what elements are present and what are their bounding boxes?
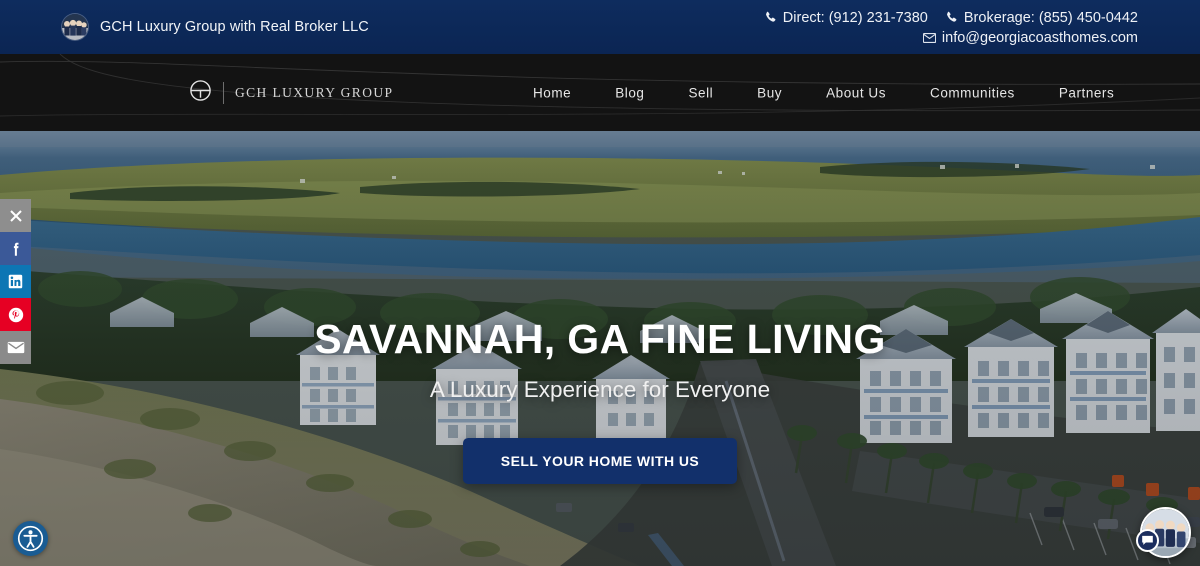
phone-icon (764, 11, 777, 24)
nav-menu: Home Blog Sell Buy About Us Communities … (533, 79, 1114, 106)
social-share-rail (0, 199, 31, 364)
site-logo[interactable]: GCH LUXURY GROUP (189, 79, 393, 107)
brand-group[interactable]: GCH Luxury Group with Real Broker LLC (62, 14, 369, 40)
main-navigation-bar: GCH LUXURY GROUP Home Blog Sell Buy Abou… (0, 54, 1200, 131)
hero-subtitle: A Luxury Experience for Everyone (429, 377, 771, 402)
gch-mark-icon (189, 79, 212, 107)
nav-item-partners[interactable]: Partners (1059, 79, 1114, 106)
nav-item-home[interactable]: Home (533, 79, 571, 106)
email-link[interactable]: info@georgiacoasthomes.com (922, 29, 1138, 46)
share-pinterest-button[interactable] (0, 298, 31, 331)
sell-your-home-button[interactable]: SELL YOUR HOME WITH US (462, 438, 738, 484)
share-facebook-button[interactable] (0, 232, 31, 265)
accessibility-icon (17, 525, 44, 552)
nav-item-blog[interactable]: Blog (615, 79, 644, 106)
phone-row: Direct: (912) 231-7380 Brokerage: (855) … (764, 10, 1138, 26)
direct-phone-label: Direct: (912) 231-7380 (782, 9, 928, 26)
contact-block: Direct: (912) 231-7380 Brokerage: (855) … (764, 9, 1138, 46)
accessibility-button[interactable] (13, 521, 48, 556)
chat-bubble-icon (1142, 535, 1153, 545)
pinterest-icon (8, 307, 23, 322)
logo-text: GCH LUXURY GROUP (235, 84, 394, 100)
logo-divider (223, 81, 224, 104)
brand-name: GCH Luxury Group with Real Broker LLC (100, 19, 369, 35)
envelope-icon (922, 32, 936, 43)
nav-item-sell[interactable]: Sell (688, 79, 713, 106)
direct-phone-link[interactable]: Direct: (912) 231-7380 (764, 10, 928, 26)
nav-item-communities[interactable]: Communities (930, 79, 1015, 106)
email-row: info@georgiacoasthomes.com (922, 29, 1138, 46)
live-chat-widget[interactable] (1136, 507, 1191, 558)
avatar (62, 14, 88, 40)
nav-item-buy[interactable]: Buy (757, 79, 782, 106)
nav-item-about-us[interactable]: About Us (826, 79, 886, 106)
linkedin-icon (8, 274, 23, 289)
share-email-button[interactable] (0, 331, 31, 364)
brokerage-phone-label: Brokerage: (855) 450-0442 (963, 9, 1138, 26)
hero-section: SAVANNAH, GA FINE LIVING A Luxury Experi… (0, 131, 1200, 566)
hero-content: SAVANNAH, GA FINE LIVING A Luxury Experi… (0, 131, 1200, 566)
brokerage-phone-link[interactable]: Brokerage: (855) 450-0442 (945, 10, 1138, 26)
chat-bubble-badge (1136, 529, 1159, 552)
email-label: info@georgiacoasthomes.com (941, 29, 1138, 46)
facebook-icon (13, 242, 18, 256)
phone-icon (945, 11, 958, 24)
close-share-rail-button[interactable] (0, 199, 31, 232)
envelope-icon (7, 341, 24, 354)
close-icon (9, 209, 22, 222)
top-contact-bar: GCH Luxury Group with Real Broker LLC Di… (0, 0, 1200, 54)
share-linkedin-button[interactable] (0, 265, 31, 298)
hero-title: SAVANNAH, GA FINE LIVING (314, 316, 886, 362)
